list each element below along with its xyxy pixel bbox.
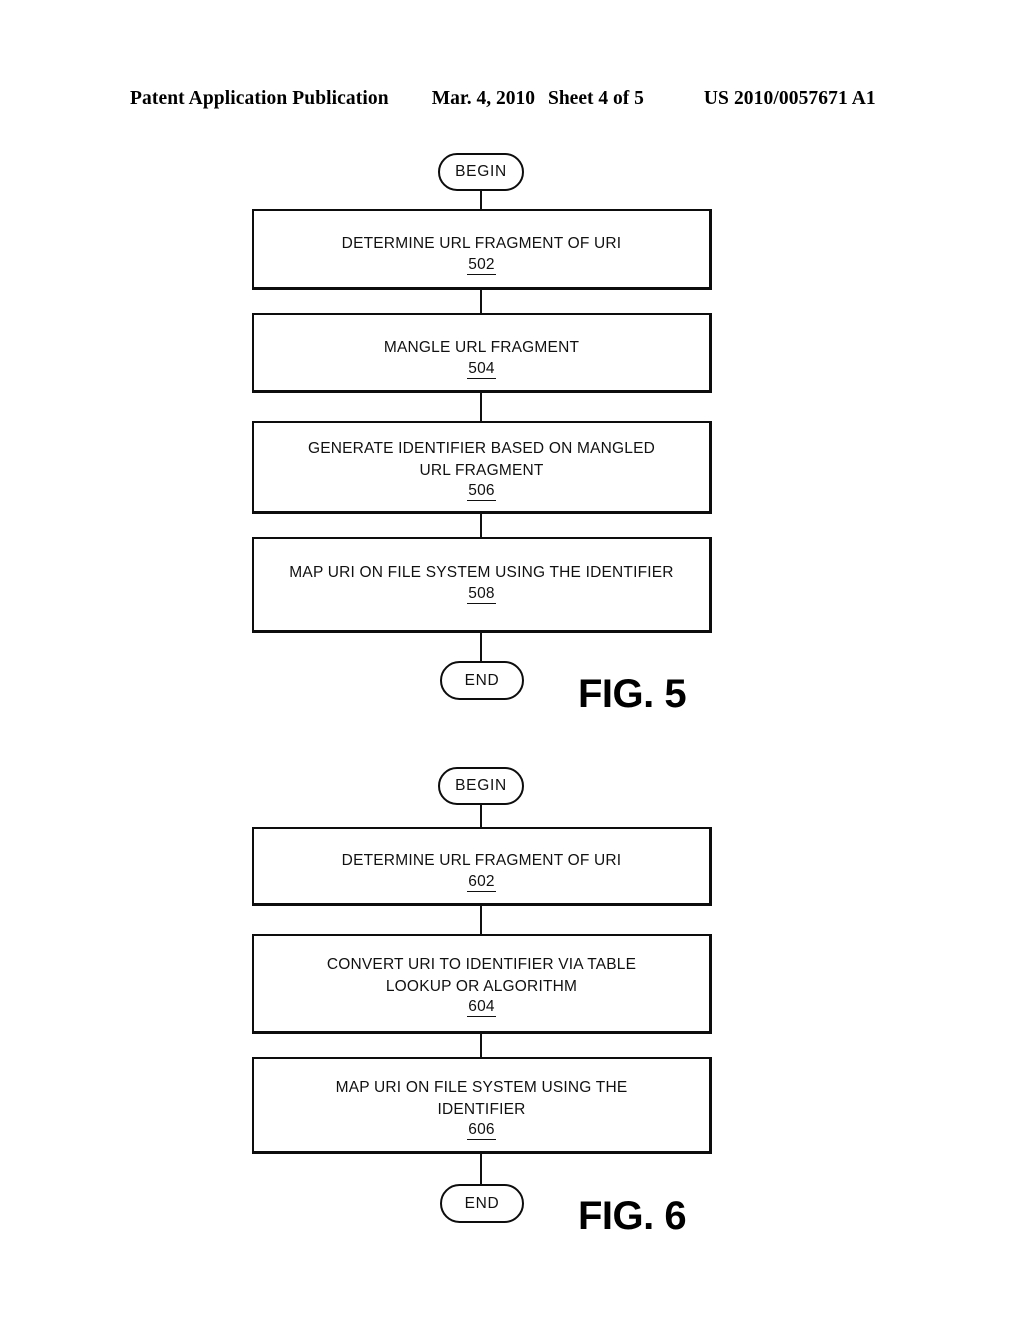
flowchart-5-begin-terminal: BEGIN [438, 153, 524, 191]
step-text: DETERMINE URL FRAGMENT OF URI [341, 235, 622, 252]
header-sheet-number: Sheet 4 of 5 [547, 88, 644, 109]
connector-504-to-506 [480, 392, 483, 422]
flowchart-6-step-602: DETERMINE URL FRAGMENT OF URI 602 [252, 827, 712, 906]
flowchart-6-step-604: CONVERT URI TO IDENTIFIER VIA TABLE LOOK… [252, 934, 712, 1034]
connector-602-to-604 [480, 905, 483, 935]
header-patent-number: US 2010/0057671 A1 [703, 88, 876, 109]
step-number: 606 [467, 1121, 496, 1140]
flowchart-5-step-506: GENERATE IDENTIFIER BASED ON MANGLED URL… [252, 421, 712, 514]
flowchart-5-step-508: MAP URI ON FILE SYSTEM USING THE IDENTIF… [252, 537, 712, 633]
page-header: Patent Application Publication Mar. 4, 2… [130, 86, 894, 112]
header-publication-date: Mar. 4, 2010 [431, 88, 535, 109]
connector-502-to-504 [480, 289, 483, 314]
connector-begin-to-502 [480, 190, 483, 210]
flowchart-5-step-502: DETERMINE URL FRAGMENT OF URI 502 [252, 209, 712, 290]
connector-508-to-end [480, 632, 483, 662]
step-number: 604 [467, 998, 496, 1017]
connector-606-to-end [480, 1153, 483, 1184]
flowchart-6-begin-terminal: BEGIN [438, 767, 524, 805]
step-number: 602 [467, 873, 496, 892]
connector-begin-to-602 [480, 804, 483, 828]
step-number: 506 [467, 482, 496, 501]
terminal-label: BEGIN [455, 777, 507, 794]
terminal-label: END [464, 671, 500, 689]
step-text: DETERMINE URL FRAGMENT OF URI [341, 852, 622, 869]
flowchart-5-step-504: MANGLE URL FRAGMENT 504 [252, 313, 712, 393]
figure-5-caption: FIG. 5 [578, 672, 687, 716]
step-text: MAP URI ON FILE SYSTEM USING THE IDENTIF… [335, 1079, 628, 1118]
flowchart-6-step-606: MAP URI ON FILE SYSTEM USING THE IDENTIF… [252, 1057, 712, 1154]
header-publication-title: Patent Application Publication [130, 88, 389, 109]
flowchart-5-end-terminal: END [440, 661, 524, 700]
terminal-label: END [464, 1194, 500, 1212]
step-number: 508 [467, 585, 496, 604]
step-number: 502 [467, 256, 496, 275]
step-text: MANGLE URL FRAGMENT [383, 339, 580, 356]
connector-506-to-508 [480, 513, 483, 538]
terminal-label: BEGIN [455, 163, 507, 180]
figure-6-caption: FIG. 6 [578, 1194, 687, 1238]
step-text: MAP URI ON FILE SYSTEM USING THE IDENTIF… [289, 564, 674, 581]
flowchart-6-end-terminal: END [440, 1184, 524, 1223]
step-text: GENERATE IDENTIFIER BASED ON MANGLED URL… [307, 440, 656, 479]
connector-604-to-606 [480, 1033, 483, 1058]
step-text: CONVERT URI TO IDENTIFIER VIA TABLE LOOK… [326, 956, 637, 995]
step-number: 504 [467, 360, 496, 379]
